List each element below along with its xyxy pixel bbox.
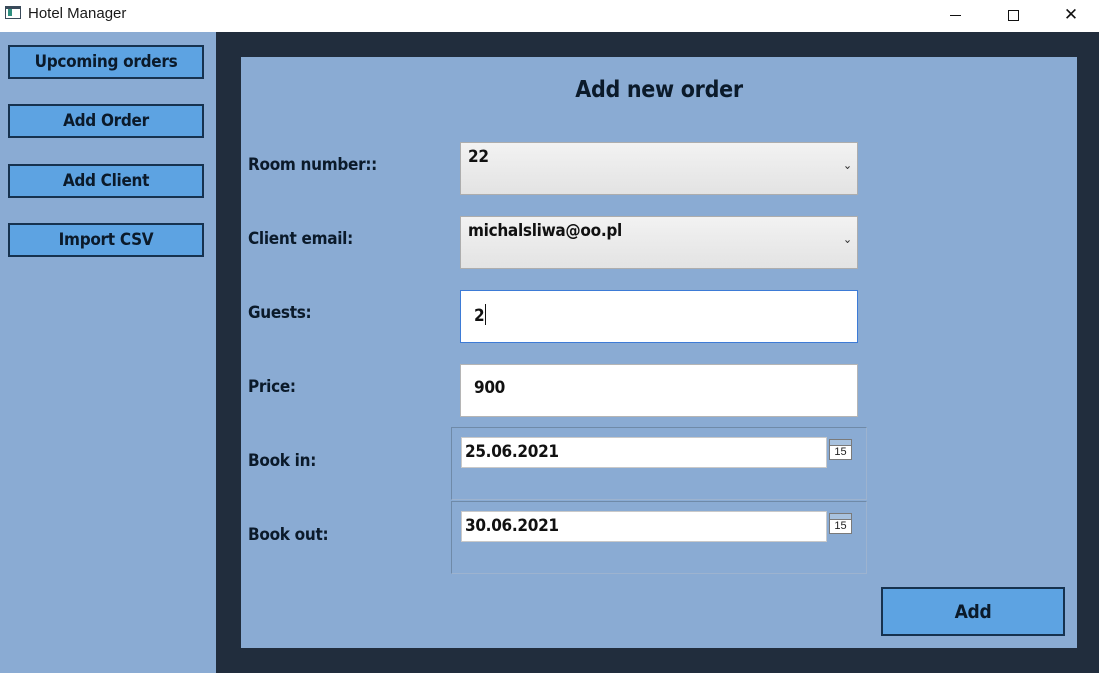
room-number-label: Room number:: (248, 155, 377, 175)
book-in-value: 25.06.2021 (465, 442, 559, 462)
book-out-value: 30.06.2021 (465, 516, 559, 536)
minimize-icon (949, 14, 961, 16)
chevron-down-icon: ⌄ (842, 158, 852, 172)
add-client-button[interactable]: Add Client (8, 164, 204, 198)
price-label: Price: (248, 377, 296, 397)
import-csv-button[interactable]: Import CSV (8, 223, 204, 257)
form-title: Add new order (575, 77, 743, 103)
close-icon: ✕ (1063, 5, 1079, 25)
client-email-value: michalsliwa@oo.pl (468, 221, 622, 241)
book-out-date-input[interactable]: 30.06.2021 (461, 511, 827, 542)
app-window-icon (5, 6, 21, 19)
add-button[interactable]: Add (881, 587, 1065, 636)
main-area: Add new order Room number:: 22 ⌄ Client … (216, 32, 1099, 673)
price-input[interactable]: 900 (460, 364, 858, 417)
guests-value: 2 (474, 306, 485, 326)
upcoming-orders-button[interactable]: Upcoming orders (8, 45, 204, 79)
room-number-value: 22 (468, 147, 489, 167)
room-number-select[interactable]: 22 ⌄ (460, 142, 858, 195)
guests-input[interactable]: 2 (460, 290, 858, 343)
chevron-down-icon: ⌄ (842, 232, 852, 246)
calendar-day: 15 (834, 520, 847, 532)
text-caret (485, 304, 487, 325)
book-out-label: Book out: (248, 525, 329, 545)
calendar-day: 15 (834, 446, 847, 458)
book-in-label: Book in: (248, 451, 317, 471)
maximize-button[interactable] (984, 0, 1042, 30)
client-email-label: Client email: (248, 229, 353, 249)
book-out-group: 30.06.2021 15 (451, 501, 867, 574)
close-button[interactable]: ✕ (1042, 0, 1099, 30)
book-in-date-input[interactable]: 25.06.2021 (461, 437, 827, 468)
book-in-group: 25.06.2021 15 (451, 427, 867, 500)
guests-label: Guests: (248, 303, 312, 323)
add-order-form: Add new order Room number:: 22 ⌄ Client … (241, 57, 1077, 648)
calendar-icon[interactable]: 15 (829, 439, 852, 460)
minimize-button[interactable] (926, 0, 984, 30)
sidebar: Upcoming orders Add Order Add Client Imp… (0, 32, 216, 673)
add-order-button[interactable]: Add Order (8, 104, 204, 138)
maximize-icon (1007, 9, 1019, 21)
window-title: Hotel Manager (28, 5, 127, 22)
client-email-select[interactable]: michalsliwa@oo.pl ⌄ (460, 216, 858, 269)
title-bar: Hotel Manager ✕ (0, 0, 1099, 32)
price-value: 900 (474, 378, 506, 398)
calendar-icon[interactable]: 15 (829, 513, 852, 534)
